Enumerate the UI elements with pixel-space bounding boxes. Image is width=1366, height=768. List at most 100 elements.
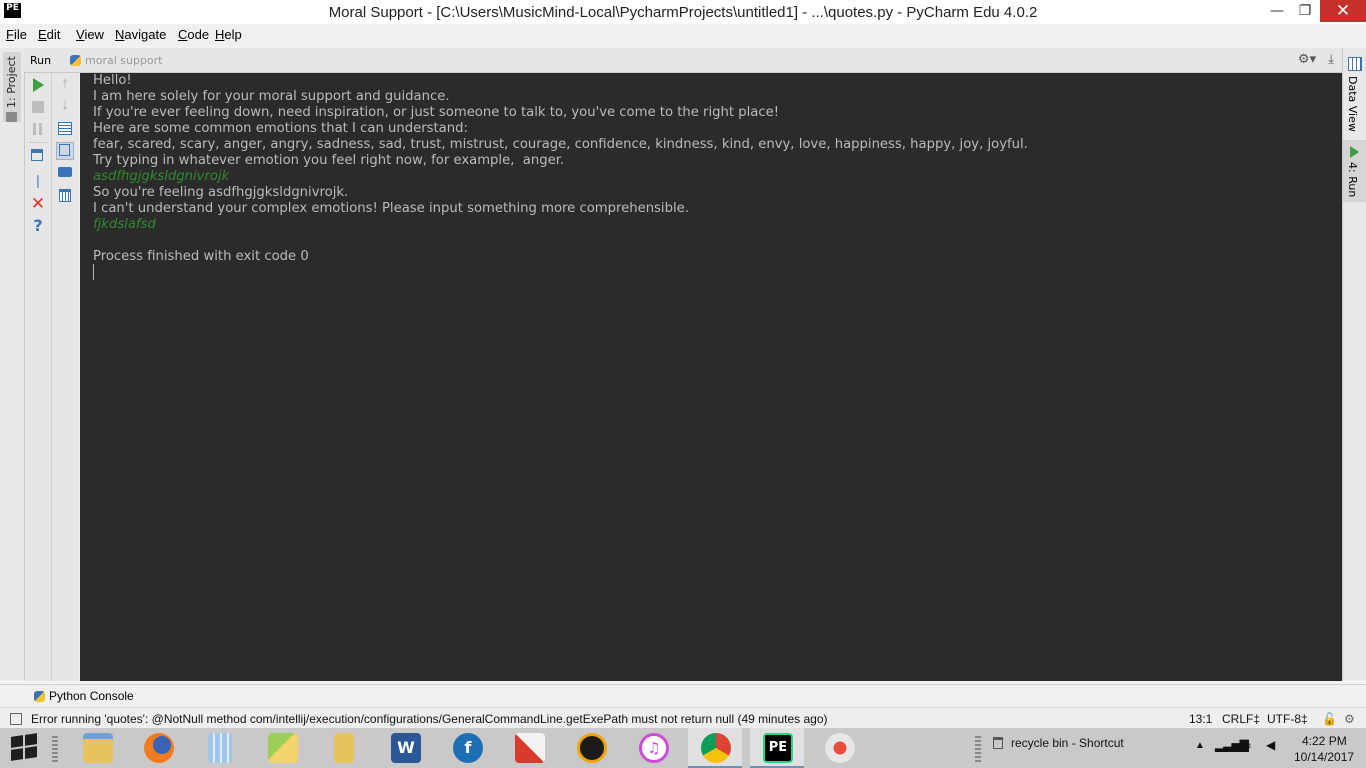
event-log-icon[interactable]: ⚙ (1344, 712, 1355, 726)
menu-help[interactable]: Help (215, 27, 242, 42)
console-output-line (93, 233, 1028, 249)
taskbar-photos[interactable] (255, 728, 309, 768)
taskbar-gripper-icon (52, 736, 58, 762)
lock-icon[interactable]: 🔓 (1322, 712, 1337, 726)
menu-navigate[interactable]: Navigate (115, 27, 166, 42)
close-tab-button[interactable]: ✕ (29, 195, 47, 213)
taskbar-folder[interactable] (316, 728, 370, 768)
tool-windows-toggle-icon[interactable] (10, 713, 22, 725)
restore-layout-button[interactable] (29, 147, 47, 165)
pin-tab-button[interactable]: ❘ (29, 173, 47, 191)
run-panel-title: Run (30, 54, 52, 67)
python-console-label: Python Console (49, 689, 134, 703)
photos-icon (268, 733, 298, 763)
file-encoding[interactable]: UTF-8‡ (1267, 712, 1308, 726)
pycharm-edu-icon: PE (763, 733, 793, 763)
taskbar-pycharm[interactable]: PE (750, 728, 804, 768)
project-icon (6, 112, 17, 122)
soft-wrap-icon (58, 122, 72, 135)
filezilla-icon: f (453, 733, 483, 763)
gear-icon[interactable]: ⚙▾ (1298, 52, 1316, 67)
up-stack-button[interactable]: 🠕 (56, 76, 74, 94)
taskbar-filezilla[interactable]: f (440, 728, 494, 768)
title-bar: PE Moral Support - [C:\Users\MusicMind-L… (0, 0, 1366, 24)
clear-all-button[interactable] (56, 186, 74, 204)
taskbar-word[interactable]: W (378, 728, 432, 768)
taskbar-chrome[interactable] (688, 728, 742, 768)
recycle-bin-shortcut[interactable]: recycle bin - Shortcut (1011, 736, 1124, 750)
tab-data-view[interactable]: Data View (1343, 74, 1366, 132)
menu-bar: File Edit View Navigate Code Help (0, 24, 1366, 46)
battery-icon[interactable]: ▭ (1240, 738, 1251, 752)
folder-icon (334, 733, 354, 763)
rerun-button[interactable] (29, 76, 47, 94)
tab-run[interactable]: 4: Run (1343, 140, 1366, 202)
close-icon: ✕ (30, 194, 46, 214)
itunes-icon: ♫ (639, 733, 669, 763)
toolbar-gripper-icon (975, 736, 981, 762)
menu-file[interactable]: File (6, 27, 27, 42)
ccleaner-icon (515, 733, 545, 763)
pin-icon: ❘ (32, 174, 44, 189)
line-separator[interactable]: CRLF‡ (1222, 712, 1260, 726)
pause-icon (33, 123, 42, 135)
print-icon (58, 167, 72, 177)
menu-view[interactable]: View (76, 27, 104, 42)
window-title: Moral Support - [C:\Users\MusicMind-Loca… (328, 4, 1038, 21)
menu-code[interactable]: Code (178, 27, 209, 42)
hide-panel-icon[interactable]: ⤓ (1328, 52, 1334, 67)
caret-position[interactable]: 13:1 (1189, 712, 1212, 726)
tab-run-label: 4: Run (1346, 162, 1359, 198)
taskbar-calculator[interactable] (193, 728, 247, 768)
taskbar-aimp[interactable] (564, 728, 618, 768)
arrow-up-icon: 🠕 (62, 77, 68, 92)
run-console[interactable]: Hello! I am here solely for your moral su… (80, 73, 1342, 681)
console-output-line: fear, scared, scary, anger, angry, sadne… (93, 137, 1028, 152)
taskbar-file-explorer[interactable] (70, 728, 124, 768)
console-output-line: So you're feeling asdfhgjgksldgnivrojk. (93, 185, 349, 200)
run-icon (33, 78, 44, 92)
right-tool-strip: Data View 4: Run (1342, 48, 1366, 680)
soft-wrap-button[interactable] (56, 120, 74, 138)
console-output-line: Hello! (93, 73, 132, 88)
trash-icon (59, 189, 71, 202)
show-hidden-icons-icon[interactable]: ▲ (1195, 740, 1205, 751)
left-tool-strip: 1: Project (0, 48, 25, 680)
run-config-name: moral support (85, 54, 163, 67)
stop-button[interactable] (29, 98, 47, 116)
recycle-bin-icon (993, 737, 1003, 749)
console-input-line: fjkdslafsd (93, 217, 156, 232)
layout-icon (31, 149, 43, 161)
run-tab-icon (1350, 146, 1359, 158)
taskbar-firefox[interactable] (131, 728, 185, 768)
clock-time[interactable]: 4:22 PM (1302, 734, 1347, 748)
windows-start-button[interactable] (11, 733, 37, 761)
word-icon: W (391, 733, 421, 763)
close-button[interactable]: ✕ (1320, 0, 1366, 22)
help-button[interactable]: ? (29, 217, 47, 235)
console-output-line: I am here solely for your moral support … (93, 89, 450, 104)
menu-edit[interactable]: Edit (38, 27, 60, 42)
status-message[interactable]: Error running 'quotes': @NotNull method … (31, 712, 828, 726)
scroll-to-end-button[interactable] (56, 142, 74, 160)
volume-icon[interactable]: ◀ (1266, 738, 1275, 752)
taskbar: W f ♫ PE recycle bin - Shortcut ▲ ▂▃▅▇ ▭… (0, 728, 1366, 768)
python-console-tab[interactable]: Python Console (34, 689, 134, 703)
print-button[interactable] (56, 164, 74, 182)
clock-date[interactable]: 10/14/2017 (1294, 750, 1354, 764)
console-output-line: Here are some common emotions that I can… (93, 121, 468, 136)
taskbar-itunes[interactable]: ♫ (626, 728, 680, 768)
help-icon: ? (33, 216, 43, 235)
status-bar: Error running 'quotes': @NotNull method … (0, 707, 1366, 730)
taskbar-ccleaner[interactable] (502, 728, 556, 768)
pause-button[interactable] (29, 120, 47, 138)
run-config-tab[interactable]: moral support (70, 54, 163, 67)
python-file-icon (70, 55, 81, 66)
console-input-line: asdfhgjgksldgnivrojk (93, 169, 230, 184)
down-stack-button[interactable]: 🠗 (56, 98, 74, 116)
data-view-icon (1348, 57, 1362, 71)
taskbar-snipping-tool[interactable] (812, 728, 866, 768)
firefox-icon (144, 733, 174, 763)
tab-data-view-label: Data View (1346, 76, 1359, 132)
aimp-icon (577, 733, 607, 763)
